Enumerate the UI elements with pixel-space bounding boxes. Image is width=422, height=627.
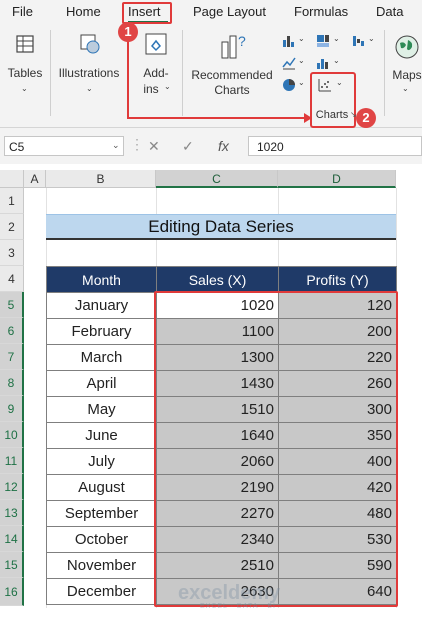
row-header[interactable]: 13: [0, 500, 24, 526]
month-cell[interactable]: October: [46, 526, 157, 553]
row-header[interactable]: 1: [0, 188, 24, 214]
column-header-d[interactable]: D: [278, 170, 396, 188]
step-badge-1: 1: [118, 22, 138, 42]
row-header[interactable]: 10: [0, 422, 24, 448]
row-header[interactable]: 5: [0, 292, 24, 318]
row-header[interactable]: 7: [0, 344, 24, 370]
header-sales[interactable]: Sales (X): [156, 266, 279, 293]
month-cell[interactable]: August: [46, 474, 157, 501]
month-cell[interactable]: April: [46, 370, 157, 397]
enter-icon[interactable]: ✓: [182, 138, 194, 155]
row-header[interactable]: 9: [0, 396, 24, 422]
column-header-c[interactable]: C: [156, 170, 278, 188]
chevron-down-icon[interactable]: ⌄: [112, 140, 120, 151]
month-cell[interactable]: November: [46, 552, 157, 579]
row-header[interactable]: 16: [0, 578, 24, 606]
row-header[interactable]: 6: [0, 318, 24, 344]
watermark-tagline: EXCEL · DATA · BI: [200, 603, 276, 610]
row-header[interactable]: 3: [0, 240, 24, 266]
row-header[interactable]: 8: [0, 370, 24, 396]
month-cell[interactable]: March: [46, 344, 157, 371]
month-cell[interactable]: June: [46, 422, 157, 449]
step-badge-2: 2: [356, 108, 376, 128]
select-all-corner[interactable]: [0, 170, 24, 188]
row-header[interactable]: 11: [0, 448, 24, 474]
header-profits[interactable]: Profits (Y): [278, 266, 397, 293]
name-box[interactable]: C5: [4, 136, 124, 156]
insert-function-icon[interactable]: fx: [218, 138, 229, 154]
header-month[interactable]: Month: [46, 266, 157, 293]
column-header-a[interactable]: A: [24, 170, 46, 188]
cancel-icon[interactable]: ✕: [148, 138, 160, 155]
watermark-logo: exceldemy: [178, 582, 281, 604]
data-selection-highlight: [154, 291, 398, 607]
month-cell[interactable]: July: [46, 448, 157, 475]
row-header[interactable]: 12: [0, 474, 24, 500]
more-options-icon: ⋮: [130, 136, 144, 152]
sheet-title[interactable]: Editing Data Series: [46, 214, 396, 240]
month-cell[interactable]: February: [46, 318, 157, 345]
row-header[interactable]: 4: [0, 266, 24, 292]
row-header[interactable]: 15: [0, 552, 24, 578]
row-header[interactable]: 14: [0, 526, 24, 552]
row-header[interactable]: 2: [0, 214, 24, 240]
column-header-b[interactable]: B: [46, 170, 156, 188]
month-cell[interactable]: December: [46, 578, 157, 605]
month-cell[interactable]: May: [46, 396, 157, 423]
month-cell[interactable]: January: [46, 292, 157, 319]
formula-input[interactable]: 1020: [248, 136, 422, 156]
month-cell[interactable]: September: [46, 500, 157, 527]
